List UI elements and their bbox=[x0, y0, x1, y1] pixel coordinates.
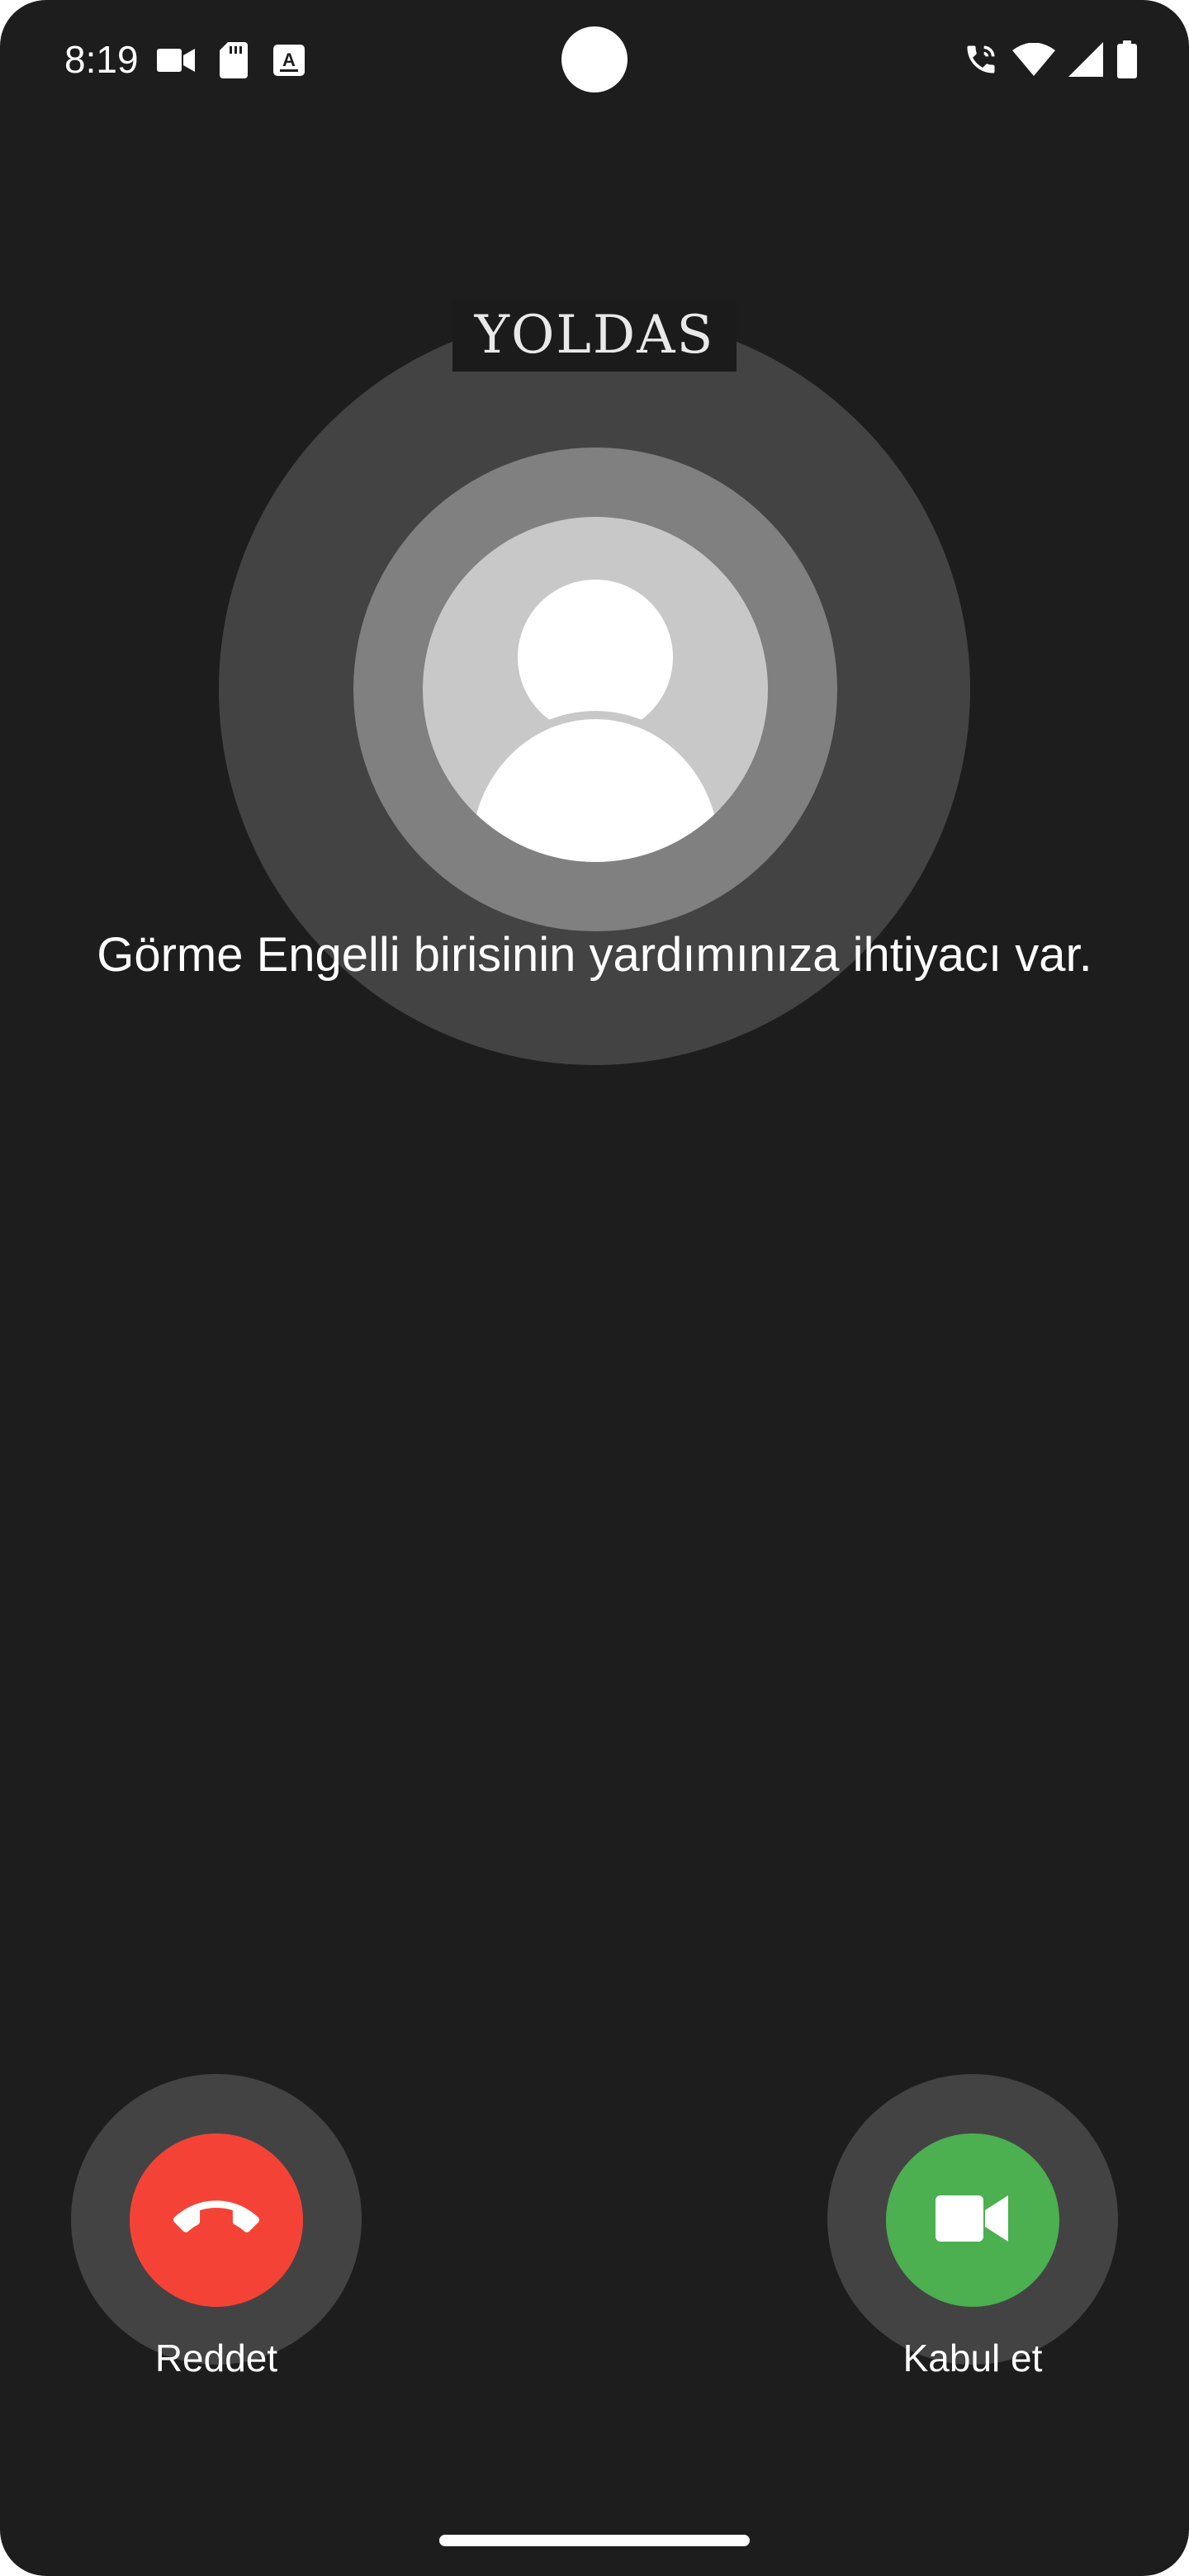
wifi-icon bbox=[1012, 38, 1055, 81]
accept-label: Kabul et bbox=[902, 2337, 1043, 2379]
status-bar: 8:19 A bbox=[0, 0, 1189, 116]
decline-label: Reddet bbox=[154, 2337, 278, 2379]
avatar-head bbox=[518, 580, 673, 735]
sd-card-icon bbox=[220, 40, 248, 81]
video-camera-icon bbox=[936, 2192, 1010, 2249]
decline-button[interactable] bbox=[130, 2133, 303, 2307]
status-time: 8:19 bbox=[64, 38, 139, 81]
video-camera-icon bbox=[157, 40, 195, 81]
svg-text:A: A bbox=[282, 50, 296, 70]
gesture-navigation-bar[interactable] bbox=[439, 2535, 750, 2546]
caller-avatar bbox=[423, 517, 768, 862]
front-camera-cutout bbox=[561, 26, 628, 92]
app-logo: YOLDAS bbox=[452, 299, 737, 372]
call-message: Görme Engelli birisinin yardımınıza ihti… bbox=[97, 928, 1092, 982]
status-left-icons: A bbox=[157, 40, 330, 81]
avatar-body bbox=[471, 719, 719, 862]
hang-up-phone-icon bbox=[173, 2176, 259, 2266]
status-right-icons bbox=[950, 38, 1138, 81]
battery-icon bbox=[1116, 38, 1138, 81]
accept-button[interactable] bbox=[886, 2133, 1059, 2307]
cellular-signal-icon bbox=[1068, 38, 1103, 81]
text-recognition-icon: A bbox=[272, 40, 306, 81]
incoming-call-screen: 8:19 A YOLDAS Görme Engelli birisinin ya… bbox=[0, 0, 1189, 2576]
wifi-calling-icon bbox=[963, 38, 999, 81]
